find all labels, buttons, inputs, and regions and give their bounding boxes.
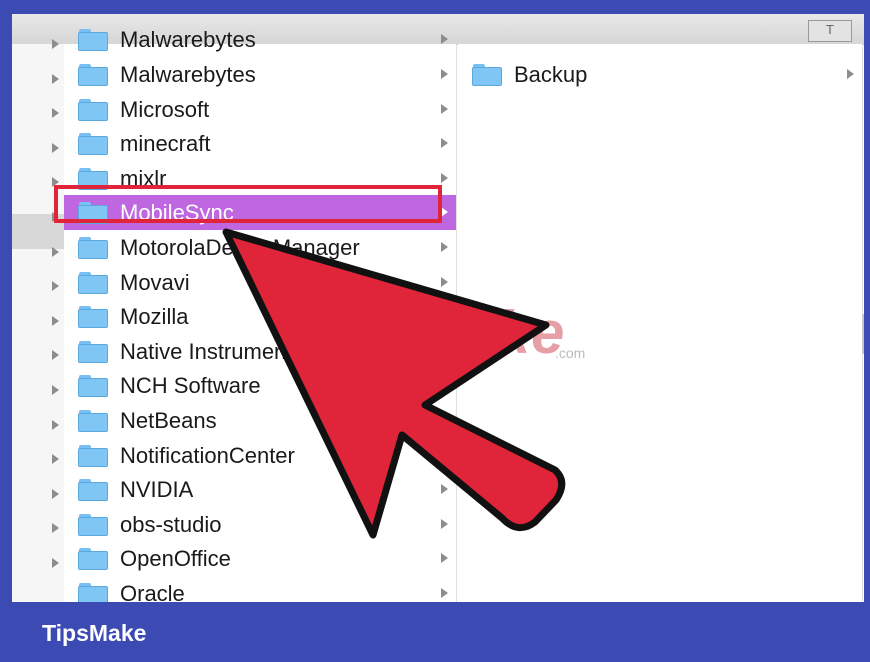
list-item-label: Native Instruments: [120, 338, 304, 364]
list-item[interactable]: NetBeans: [64, 403, 456, 438]
list-item-label: MotorolaDeviceManager: [120, 235, 360, 260]
chevron-right-icon: [441, 69, 448, 79]
folder-icon: [78, 479, 108, 502]
folder-icon: [78, 513, 108, 536]
list-item-partial[interactable]: Malwarebytes: [64, 22, 456, 57]
list-item[interactable]: Backup: [458, 57, 862, 92]
disclosure-triangle-icon[interactable]: [52, 558, 59, 568]
folder-icon: [472, 64, 502, 86]
disclosure-triangle-icon[interactable]: [52, 246, 59, 257]
disclosure-triangle-icon[interactable]: [52, 454, 59, 465]
list-item-label: NCH Software: [120, 373, 261, 399]
list-item-label: Malwarebytes: [120, 27, 256, 52]
folder-icon: [78, 133, 108, 156]
list-item-label: Movavi: [120, 269, 190, 295]
folder-icon: [78, 410, 108, 432]
disclosure-triangle-icon[interactable]: [52, 281, 59, 292]
list-item-label: NetBeans: [120, 408, 217, 433]
chevron-right-icon: [441, 415, 448, 425]
list-item-label: Malwarebytes: [120, 62, 256, 87]
disclosure-triangle-icon[interactable]: [52, 350, 59, 361]
list-item[interactable]: Microsoft: [64, 92, 456, 127]
chevron-right-icon: [441, 484, 448, 495]
footer-bar: TipsMake: [0, 602, 870, 662]
disclosure-triangle-icon[interactable]: [52, 385, 59, 395]
watermark: TipsMake: [285, 299, 566, 366]
chevron-right-icon: [441, 380, 448, 391]
chevron-right-icon: [441, 242, 448, 252]
folder-icon: [78, 583, 108, 602]
chevron-right-icon: [441, 138, 448, 149]
disclosure-triangle-icon[interactable]: [52, 108, 59, 119]
disclosure-triangle-icon[interactable]: [52, 73, 59, 84]
chevron-right-icon: [441, 588, 448, 598]
chevron-right-icon: [441, 103, 448, 114]
folder-icon: [78, 548, 108, 571]
list-item[interactable]: Oracle: [64, 576, 456, 602]
chevron-right-icon: [441, 276, 448, 287]
chevron-right-icon: [441, 518, 448, 529]
list-item[interactable]: minecraft: [64, 126, 456, 161]
chevron-right-icon: [441, 172, 448, 183]
chevron-right-icon: [441, 449, 448, 460]
list-item-label: Mozilla: [120, 304, 189, 330]
highlight-box: [54, 185, 442, 223]
disclosure-triangle-icon[interactable]: [52, 315, 59, 326]
disclosure-triangle-icon[interactable]: [52, 523, 59, 534]
folder-icon: [78, 444, 108, 467]
disclosure-triangle-icon[interactable]: [52, 488, 59, 499]
list-item[interactable]: MotorolaDeviceManager: [64, 230, 456, 265]
chevron-right-icon: [441, 34, 448, 44]
brand-logo: TipsMake: [42, 620, 147, 646]
folder-icon: [78, 29, 108, 51]
disclosure-triangle-icon[interactable]: [52, 142, 59, 153]
list-item-label: Oracle: [120, 581, 185, 602]
list-item[interactable]: NotificationCenter: [64, 438, 456, 473]
scrollbar-thumb[interactable]: [862, 314, 864, 354]
folder-icon: [78, 340, 108, 363]
folder-icon: [78, 306, 108, 329]
list-item[interactable]: NVIDIA: [64, 472, 456, 507]
folder-icon: [78, 64, 108, 86]
list-item[interactable]: Movavi: [64, 265, 456, 300]
list-item-label: Backup: [514, 62, 588, 87]
top-control[interactable]: T: [808, 20, 852, 42]
chevron-right-icon: [847, 69, 854, 79]
list-item-label: obs-studio: [120, 511, 222, 537]
list-item-label: minecraft: [120, 131, 211, 157]
chevron-right-icon: [441, 207, 448, 218]
list-item-label: NVIDIA: [120, 477, 194, 503]
list-item-label: NotificationCenter: [120, 442, 295, 468]
folder-icon: [78, 271, 108, 294]
list-item-label: OpenOffice: [120, 546, 231, 572]
disclosure-gutter: [12, 39, 64, 602]
folder-icon: [78, 98, 108, 121]
folder-icon: [78, 375, 108, 398]
list-item-label: Microsoft: [120, 96, 210, 122]
watermark-suffix: .com: [555, 345, 586, 361]
disclosure-triangle-icon[interactable]: [52, 419, 59, 430]
list-item[interactable]: NCH Software: [64, 368, 456, 403]
list-item[interactable]: OpenOffice: [64, 541, 456, 576]
list-item[interactable]: obs-studio: [64, 507, 456, 542]
disclosure-triangle-icon[interactable]: [52, 39, 59, 49]
folder-icon: [78, 237, 108, 259]
list-item[interactable]: Malwarebytes: [64, 57, 456, 92]
chevron-right-icon: [441, 553, 448, 564]
